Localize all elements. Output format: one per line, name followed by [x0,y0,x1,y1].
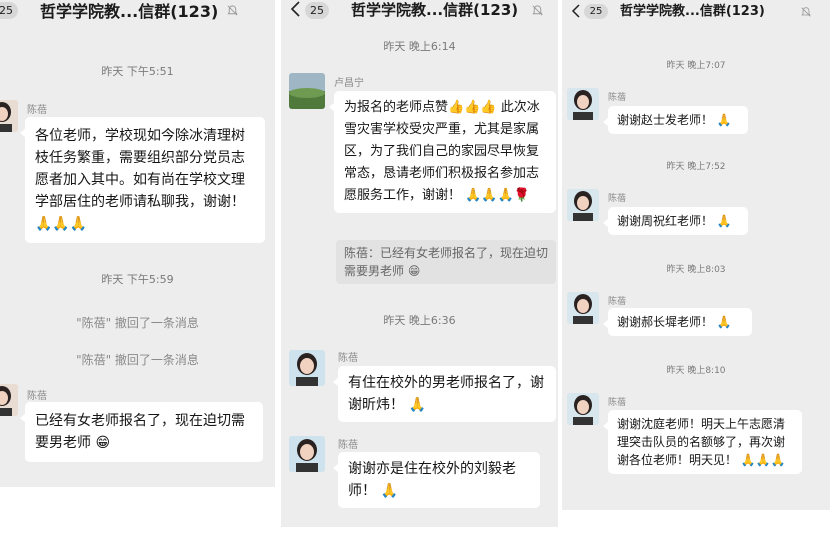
bell-muted-icon [532,5,543,16]
message-bubble[interactable]: 有住在校外的男老师报名了，谢谢昕炜！ 🙏 [333,366,556,422]
message-text: 谢谢赵士发老师！ [617,113,714,127]
message-text: 已经有女老师报名了，现在迫切需要男老师 [35,413,245,451]
sender-name: 陈蓓 [608,398,627,408]
pray-emoji: 🙏 [716,113,732,127]
avatar[interactable] [0,100,18,132]
avatar[interactable] [289,436,325,472]
avatar[interactable] [289,73,325,109]
sender-name: 陈蓓 [608,297,627,307]
chat-panel-3: 25 哲学学院教...信群(123) 昨天 晚上7:07 陈蓓 谢谢赵士发老师！… [562,0,830,510]
avatar[interactable] [567,88,599,120]
sender-name: 陈蓓 [27,105,47,116]
unread-badge[interactable]: 25 [584,4,608,19]
unread-badge[interactable]: 25 [0,2,18,19]
unread-badge[interactable]: 25 [305,2,329,19]
recall-notice: "陈蓓" 撤回了一条消息 [76,353,199,367]
bell-muted-icon [227,5,238,16]
pray-emoji: 🙏 [716,315,732,329]
timestamp: 昨天 晚上7:07 [666,61,726,71]
chat-header: 25 哲学学院教...信群(123) [562,0,830,28]
quote-text: 陈蓓：已经有女老师报名了，现在迫切需要男老师 [344,246,549,278]
message-bubble[interactable]: 谢谢沈庭老师！明天上午志愿清理突击队员的名额够了，再次谢谢各位老师！明天见！ 🙏… [603,410,802,474]
chat-panel-1: 25 哲学学院教...信群(123) 昨天 下午5:51 陈蓓 各位老师，学校现… [0,0,275,487]
pray-emoji: 🙏 [408,397,426,413]
chat-panel-2: 25 哲学学院教...信群(123) 昨天 晚上6:14 卢昌宁 为报名的老师点… [281,0,558,527]
bell-muted-icon [801,7,811,17]
message-text: 谢谢郝长墀老师！ [617,315,714,329]
message-text: 为报名的老师点赞 [344,100,449,115]
avatar[interactable] [567,189,599,221]
timestamp: 昨天 晚上8:10 [666,366,726,376]
chevron-left-icon[interactable] [570,3,582,19]
chat-title: 哲学学院教...信群(123) [351,1,519,19]
avatar[interactable] [0,384,18,416]
thumbs-up-emoji: 👍👍👍 [448,100,497,115]
message-bubble[interactable]: 谢谢郝长墀老师！ 🙏 [603,308,752,336]
message-bubble[interactable]: 各位老师，学校现如今除冰清理树枝任务繁重，需要组织部分党员志愿者加入其中。如有尚… [20,117,265,243]
message-bubble[interactable]: 谢谢周祝红老师！ 🙏 [603,207,748,235]
avatar[interactable] [567,393,599,425]
recall-notice: "陈蓓" 撤回了一条消息 [76,316,199,330]
timestamp: 昨天 晚上8:03 [666,265,726,275]
sender-name: 陈蓓 [338,440,358,451]
sender-name: 陈蓓 [608,194,627,204]
sender-name: 陈蓓 [608,93,627,103]
timestamp: 昨天 晚上6:36 [383,314,456,327]
chat-header: 25 哲学学院教...信群(123) [281,0,558,28]
message-text: 谢谢亦是住在校外的刘毅老师！ [348,461,516,499]
pray-emoji: 🙏🙏🙏 [35,216,88,232]
chat-header: 25 哲学学院教...信群(123) [0,0,275,28]
chevron-left-icon[interactable] [289,0,303,18]
pray-emoji: 🙏 [716,214,732,228]
message-text: 有住在校外的男老师报名了，谢谢昕炜！ [348,375,544,413]
grin-emoji: 😁 [95,435,111,451]
timestamp: 昨天 晚上7:52 [666,162,726,172]
timestamp: 昨天 下午5:51 [101,65,174,78]
grin-emoji: 😁 [407,264,421,278]
pray-emoji: 🙏 [380,483,398,499]
message-text: 各位老师，学校现如今除冰清理树枝任务繁重，需要组织部分党员志愿者加入其中。如有尚… [35,128,245,210]
pray-emoji: 🙏🙏🙏 [740,453,786,467]
message-bubble[interactable]: 为报名的老师点赞👍👍👍 此次冰雪灾害学校受灾严重，尤其是家属区，为了我们自己的家… [329,91,556,213]
sender-name: 陈蓓 [338,353,358,364]
message-bubble[interactable]: 谢谢赵士发老师！ 🙏 [603,106,748,134]
pray-rose-emoji: 🙏🙏🙏🌹 [465,188,530,203]
quoted-message[interactable]: 陈蓓：已经有女老师报名了，现在迫切需要男老师 😁 [336,240,556,284]
message-text: 谢谢周祝红老师！ [617,214,714,228]
message-bubble[interactable]: 谢谢亦是住在校外的刘毅老师！ 🙏 [333,452,540,508]
sender-name: 卢昌宁 [334,78,364,89]
chat-title: 哲学学院教...信群(123) [40,2,219,21]
timestamp: 昨天 下午5:59 [101,273,174,286]
timestamp: 昨天 晚上6:14 [383,40,456,53]
sender-name: 陈蓓 [27,391,47,402]
message-bubble[interactable]: 已经有女老师报名了，现在迫切需要男老师 😁 [20,402,263,462]
avatar[interactable] [567,292,599,324]
avatar[interactable] [289,350,325,386]
chat-title: 哲学学院教...信群(123) [620,4,765,19]
